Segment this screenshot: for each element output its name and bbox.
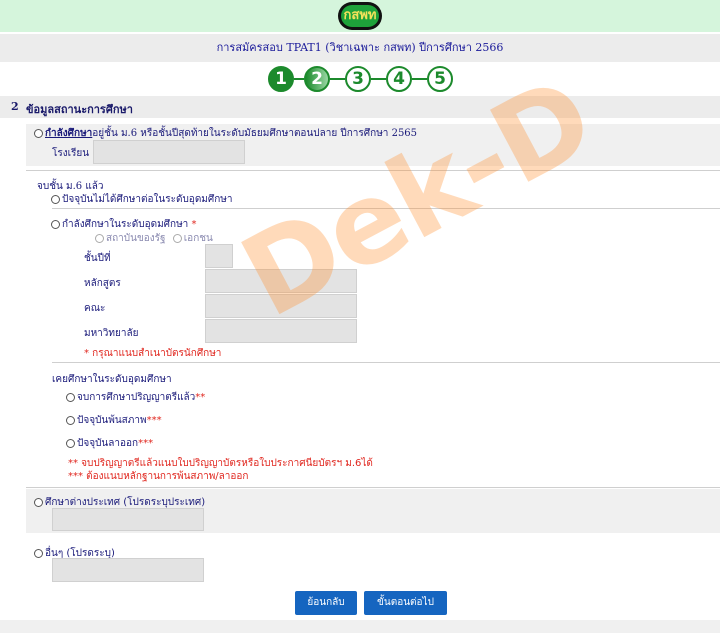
graduated-bachelor-mark: **: [195, 392, 206, 403]
university-label: มหาวิทยาลัย: [84, 328, 139, 339]
other-input[interactable]: [52, 558, 204, 582]
radio-current-study[interactable]: [34, 129, 43, 138]
radio-private[interactable]: [172, 233, 182, 243]
institution-type-options: สถาบันของรัฐ เอกชน: [95, 231, 213, 246]
step-3: 3: [345, 66, 371, 92]
current-study-strong: กำลังศึกษา: [45, 128, 93, 139]
dismissed-label: ปัจจุบันพ้นสภาพ: [77, 415, 147, 426]
current-study-rest: อยู่ชั้น ม.6 หรือชั้นปีสุดท้ายในระดับมัธ…: [92, 128, 418, 139]
program-label: หลักสูตร: [84, 278, 121, 289]
student-card-note: * กรุณาแนบสำเนาบัตรนักศึกษา: [84, 348, 222, 359]
private-label: เอกชน: [183, 233, 213, 244]
abroad-country-input[interactable]: [52, 508, 204, 531]
footer-bar: [0, 620, 720, 633]
section-header: 2 ข้อมูลสถานะการศึกษา: [0, 96, 720, 118]
divider: [26, 487, 720, 488]
page-title: การสมัครสอบ TPAT1 (วิชาเฉพาะ กสพท) ปีการ…: [0, 34, 720, 62]
dismissed-mark: ***: [146, 415, 162, 426]
radio-abroad[interactable]: [34, 497, 43, 507]
radio-other[interactable]: [34, 548, 43, 558]
divider: [52, 362, 720, 363]
option-graduated-bachelor[interactable]: จบการศึกษาปริญญาตรีแล้ว**: [66, 390, 205, 405]
radio-studying-higher[interactable]: [51, 219, 60, 229]
site-logo: กสพท: [338, 2, 382, 30]
school-input[interactable]: [93, 140, 245, 164]
back-button[interactable]: ย้อนกลับ: [295, 591, 357, 615]
logo-text: กสพท: [341, 5, 379, 27]
faculty-label: คณะ: [84, 303, 106, 314]
step-5: 5: [427, 66, 453, 92]
school-label: โรงเรียน: [52, 148, 90, 159]
option-studying-higher[interactable]: กำลังศึกษาในระดับอุดมศึกษา *: [51, 217, 196, 232]
graduated-bachelor-label: จบการศึกษาปริญญาตรีแล้ว: [77, 392, 196, 403]
radio-public[interactable]: [95, 233, 104, 243]
section-number: 2: [11, 100, 19, 113]
year-input[interactable]: [205, 244, 233, 268]
required-mark: *: [191, 219, 197, 230]
step-connector: [330, 78, 345, 80]
radio-not-studying[interactable]: [51, 194, 60, 204]
note-dismissed: *** ต้องแนบหลักฐานการพ้นสภาพ/ลาออก: [68, 471, 249, 482]
step-connector: [294, 78, 304, 80]
not-studying-label: ปัจจุบันไม่ได้ศึกษาต่อในระดับอุดมศึกษา: [62, 194, 233, 205]
withdrawn-label: ปัจจุบันลาออก: [77, 438, 139, 449]
former-higher-heading: เคยศึกษาในระดับอุดมศึกษา: [52, 374, 172, 385]
option-current-study[interactable]: กำลังศึกษาอยู่ชั้น ม.6 หรือชั้นปีสุดท้าย…: [34, 126, 417, 141]
radio-dismissed[interactable]: [66, 415, 75, 425]
section-title: ข้อมูลสถานะการศึกษา: [26, 103, 133, 116]
studying-higher-label: กำลังศึกษาในระดับอุดมศึกษา: [62, 219, 189, 230]
withdrawn-mark: ***: [138, 438, 154, 449]
year-label: ชั้นปีที่: [84, 253, 111, 264]
radio-withdrawn[interactable]: [66, 438, 75, 448]
step-4: 4: [386, 66, 412, 92]
option-withdrawn[interactable]: ปัจจุบันลาออก***: [66, 436, 153, 451]
top-banner: กสพท: [0, 0, 720, 32]
step-connector: [412, 78, 427, 80]
step-1: 1: [268, 66, 294, 92]
option-dismissed[interactable]: ปัจจุบันพ้นสภาพ***: [66, 413, 162, 428]
next-step-button[interactable]: ขั้นตอนต่อไป: [364, 591, 447, 615]
public-label: สถาบันของรัฐ: [106, 233, 166, 244]
step-connector: [371, 78, 386, 80]
option-not-studying[interactable]: ปัจจุบันไม่ได้ศึกษาต่อในระดับอุดมศึกษา: [51, 192, 233, 207]
step-2: 2: [304, 66, 330, 92]
abroad-label: ศึกษาต่างประเทศ (โปรดระบุประเทศ): [45, 497, 206, 508]
radio-graduated-bachelor[interactable]: [66, 392, 75, 402]
